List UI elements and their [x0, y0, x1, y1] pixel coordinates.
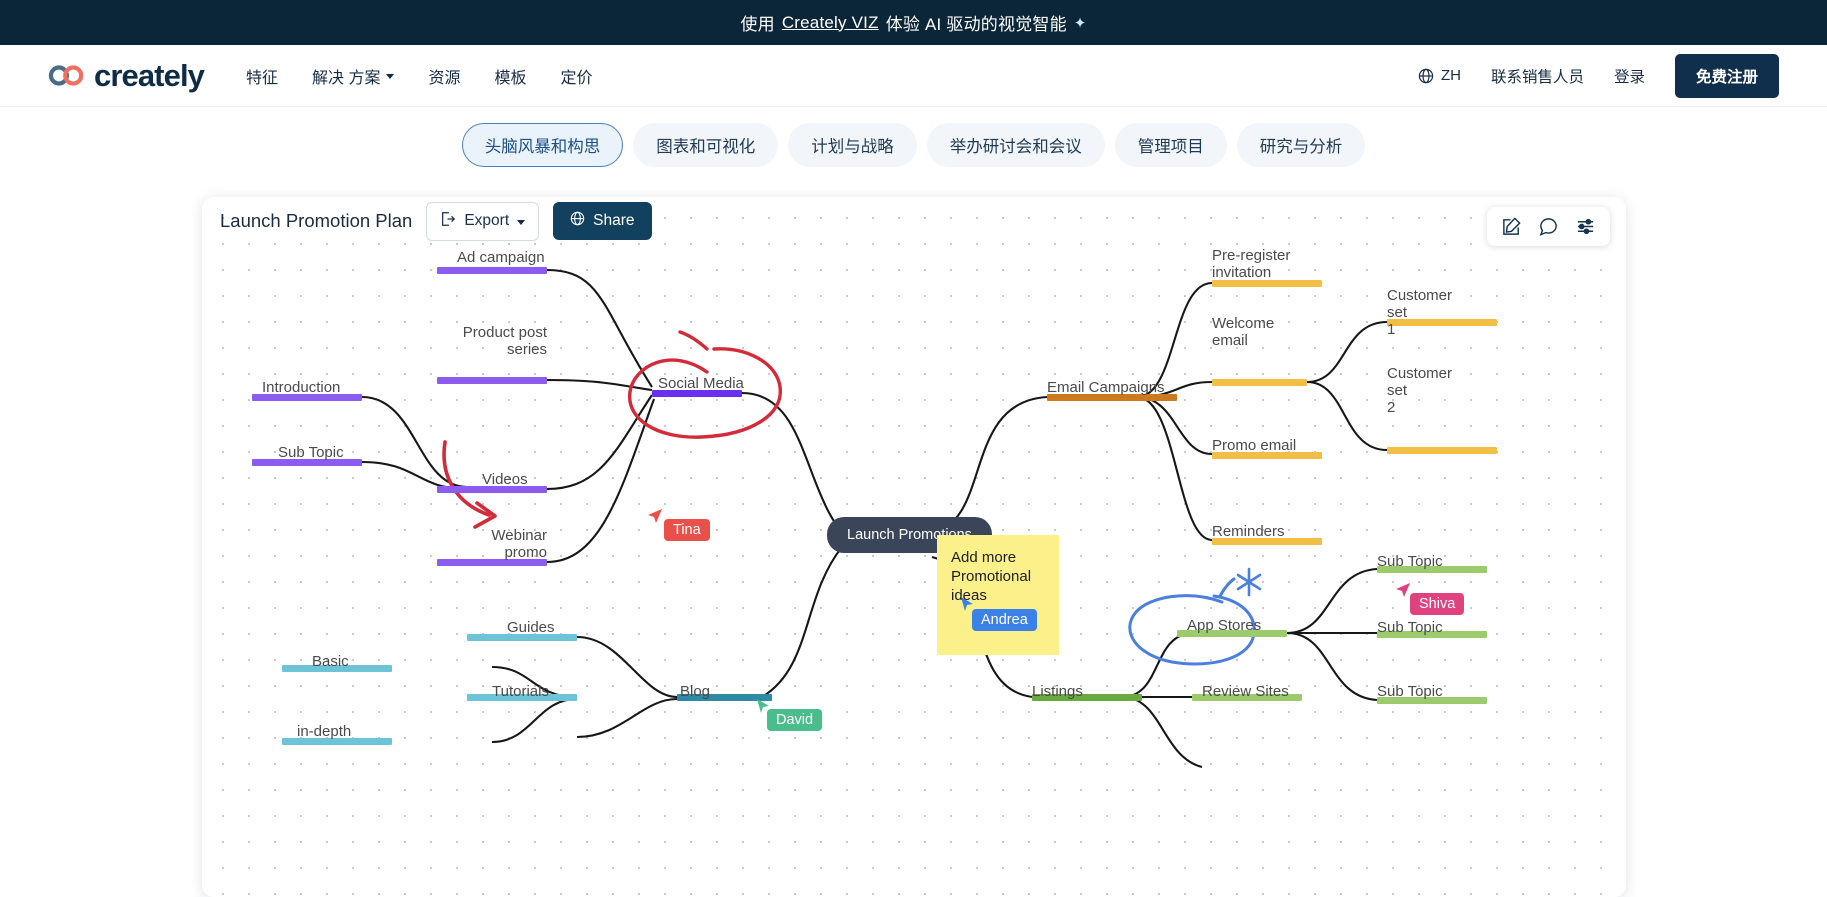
tab-research[interactable]: 研究与分析: [1236, 123, 1366, 167]
node-label-reminders[interactable]: Reminders: [1212, 523, 1285, 540]
node-label-listings[interactable]: Listings: [1032, 683, 1083, 700]
node-label-app-stores[interactable]: App Stores: [1187, 617, 1261, 634]
node-label-tutorials[interactable]: Tutorials: [492, 683, 549, 700]
share-label: Share: [593, 212, 635, 229]
tab-planning[interactable]: 计划与战略: [788, 123, 917, 167]
logo-wordmark: creately: [94, 57, 205, 93]
node-label-welcome-email[interactable]: Welcome email: [1212, 315, 1274, 349]
node-label-email-campaigns[interactable]: Email Campaigns: [1047, 379, 1165, 396]
main-nav: 特征 解决 方案 资源 模板 定价: [246, 64, 593, 88]
node-label-pre-register-invitation[interactable]: Pre-register invitation: [1212, 247, 1290, 281]
nav-item-templates[interactable]: 模板: [495, 64, 527, 88]
nav-item-resources[interactable]: 资源: [428, 64, 460, 88]
export-label: Export: [464, 212, 510, 229]
language-switcher[interactable]: ZH: [1418, 67, 1461, 84]
banner-prefix: 使用: [740, 15, 775, 34]
node-label-product-post-series[interactable]: Product post series: [460, 324, 547, 358]
contact-sales-link[interactable]: 联系销售人员: [1491, 65, 1584, 87]
sticky-note-promotional-ideas[interactable]: Add more Promotional ideas: [937, 535, 1059, 655]
nav-label: 模板: [494, 69, 527, 87]
cursor-label-tina: Tina: [664, 519, 710, 541]
export-icon: [440, 211, 456, 232]
node-bar-product-post-series[interactable]: [437, 377, 547, 384]
node-label-promo-email[interactable]: Promo email: [1212, 437, 1296, 454]
announcement-banner[interactable]: 使用 Creately VIZ 体验 AI 驱动的视觉智能 ✦: [0, 0, 1827, 45]
export-button[interactable]: Export: [426, 201, 540, 241]
nav-label: 特征: [246, 69, 279, 87]
node-label-review-sites[interactable]: Review Sites: [1202, 683, 1289, 700]
tab-workshops[interactable]: 举办研讨会和会议: [926, 123, 1105, 167]
header-actions: ZH 联系销售人员 登录 免费注册: [1418, 53, 1779, 98]
node-label-introduction[interactable]: Introduction: [262, 379, 340, 396]
chevron-down-icon: [517, 219, 526, 225]
nav-item-solutions[interactable]: 解决 方案: [312, 64, 395, 88]
mindmap-canvas-card: Launch Promotion Plan Export Share Ad ca…: [202, 197, 1626, 897]
node-label-blog[interactable]: Blog: [680, 683, 710, 700]
node-label-sub-topic-3[interactable]: Sub Topic: [1377, 683, 1443, 700]
document-title[interactable]: Launch Promotion Plan: [220, 210, 412, 232]
settings-sliders-icon[interactable]: [1575, 216, 1596, 237]
node-label-in-depth[interactable]: in-depth: [297, 723, 351, 740]
cursor-label-andrea: Andrea: [972, 609, 1037, 631]
canvas-tool-icons: [1487, 207, 1610, 246]
node-bar-customer-set-2[interactable]: [1387, 447, 1497, 454]
blue-asterisk-ink: [1236, 567, 1262, 597]
site-header: creately 特征 解决 方案 资源 模板 定价 ZH 联系销售人员 登录 …: [0, 45, 1827, 107]
node-label-customer-set-2[interactable]: Customer set 2: [1387, 365, 1473, 416]
chevron-down-icon: [386, 74, 395, 79]
node-bar-welcome-email[interactable]: [1212, 379, 1307, 386]
signup-button[interactable]: 免费注册: [1674, 53, 1779, 98]
node-label-ad-campaign[interactable]: Ad campaign: [457, 249, 545, 266]
cursor-arrow-tina: [646, 507, 664, 530]
node-bar-pre-register-invitation[interactable]: [1212, 280, 1322, 287]
canvas-toolbar: Launch Promotion Plan Export Share: [202, 197, 1626, 245]
node-label-social-media[interactable]: Social Media: [658, 375, 744, 392]
language-label: ZH: [1440, 67, 1461, 84]
node-label-sub-topic-2[interactable]: Sub Topic: [1377, 619, 1443, 636]
nav-item-pricing[interactable]: 定价: [561, 64, 593, 88]
globe-icon: [1418, 68, 1434, 84]
node-label-sub-topic-social[interactable]: Sub Topic: [278, 444, 344, 461]
share-button[interactable]: Share: [553, 202, 652, 240]
nav-label: 解决 方案: [312, 69, 381, 87]
node-bar-ad-campaign[interactable]: [437, 267, 547, 274]
node-label-guides[interactable]: Guides: [507, 619, 555, 636]
globe-icon: [570, 211, 585, 231]
nav-item-features[interactable]: 特征: [246, 64, 278, 88]
banner-suffix: 体验 AI 驱动的视觉智能: [885, 15, 1067, 34]
node-label-customer-set-1[interactable]: Customer set 1: [1387, 287, 1473, 338]
tab-diagramming[interactable]: 图表和可视化: [633, 123, 779, 167]
tab-brainstorming[interactable]: 头脑风暴和构思: [461, 123, 624, 167]
tab-projects[interactable]: 管理项目: [1114, 123, 1227, 167]
cursor-label-shiva: Shiva: [1410, 593, 1465, 615]
category-tabs: 头脑风暴和构思 图表和可视化 计划与战略 举办研讨会和会议 管理项目 研究与分析: [0, 107, 1827, 175]
nav-label: 资源: [428, 69, 461, 87]
sparkle-icon: ✦: [1073, 14, 1087, 32]
banner-link[interactable]: Creately VIZ: [782, 13, 879, 33]
node-label-videos[interactable]: Videos: [482, 471, 528, 488]
creately-infinity-logo-icon: [48, 65, 85, 86]
nav-label: 定价: [560, 69, 593, 87]
node-label-webinar-promo[interactable]: Webinar promo: [470, 527, 547, 561]
edit-pencil-icon[interactable]: [1501, 216, 1522, 237]
cursor-label-david: David: [767, 709, 823, 731]
node-label-basic[interactable]: Basic: [312, 653, 349, 670]
comment-bubble-icon[interactable]: [1538, 216, 1559, 237]
node-label-sub-topic-1[interactable]: Sub Topic: [1377, 553, 1443, 570]
creately-logo[interactable]: creately: [48, 57, 205, 94]
login-link[interactable]: 登录: [1614, 65, 1645, 87]
